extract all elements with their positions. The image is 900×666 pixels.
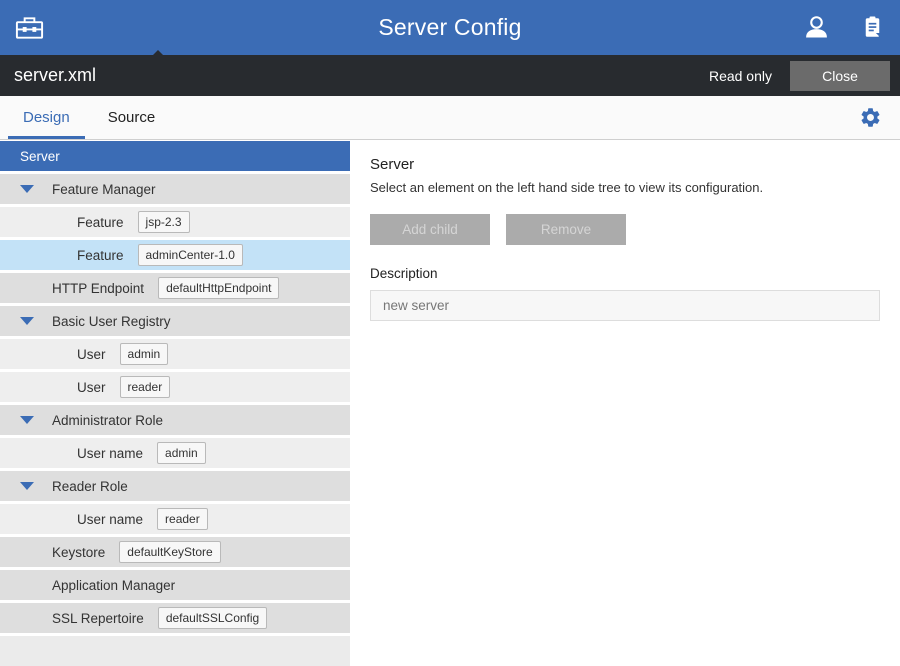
tree-item-basic-user-registry[interactable]: Basic User Registry [0,306,350,336]
page-title: Server Config [378,14,521,41]
tree-item-feature-admincenter[interactable]: Feature adminCenter-1.0 [0,240,350,270]
add-child-button[interactable]: Add child [370,214,490,245]
collapse-arrow-icon[interactable] [20,185,34,193]
toolbox-button[interactable] [14,14,45,42]
tree-item-username-reader[interactable]: User name reader [0,504,350,534]
tools-menu-button[interactable] [859,13,886,42]
tree-item-label: Application Manager [52,578,175,593]
tree-item-administrator-role[interactable]: Administrator Role [0,405,350,435]
tree-item-ssl-repertoire[interactable]: SSL Repertoire defaultSSLConfig [0,603,350,633]
tree-item-label: SSL Repertoire [52,611,144,626]
tree-item-server[interactable]: Server [0,141,350,171]
tree-item-label: HTTP Endpoint [52,281,144,296]
tree-item-value-badge: jsp-2.3 [138,211,190,233]
tree-item-label: Basic User Registry [52,314,171,329]
detail-panel: Server Select an element on the left han… [350,140,900,666]
tree-item-value-badge: defaultHttpEndpoint [158,277,279,299]
remove-button[interactable]: Remove [506,214,626,245]
tree-item-value-badge: defaultSSLConfig [158,607,267,629]
tree-item-value-badge: admin [120,343,169,365]
tree-item-value-badge: adminCenter-1.0 [138,244,243,266]
tab-bar: Design Source [0,96,900,140]
tree-item-feature-jsp[interactable]: Feature jsp-2.3 [0,207,350,237]
tree-item-label: User name [77,446,143,461]
tree-item-user-admin[interactable]: User admin [0,339,350,369]
user-account-button[interactable] [802,13,831,42]
clipboard-icon [859,13,886,42]
tree-item-user-reader[interactable]: User reader [0,372,350,402]
tree-item-value-badge: defaultKeyStore [119,541,220,563]
tree-item-label: User [77,347,106,362]
tree-item-label: Feature [77,248,124,263]
tree-item-value-badge: reader [120,376,171,398]
tree-item-label: Server [20,149,60,164]
detail-subtitle: Select an element on the left hand side … [370,180,880,195]
tree-item-value-badge: reader [157,508,208,530]
toolbox-icon [14,14,45,42]
tree-item-username-admin[interactable]: User name admin [0,438,350,468]
description-label: Description [370,266,880,281]
detail-title: Server [370,156,880,173]
user-icon [802,13,831,42]
close-button[interactable]: Close [790,61,890,91]
tree-item-value-badge: admin [157,442,206,464]
tree-item-keystore[interactable]: Keystore defaultKeyStore [0,537,350,567]
app-header: Server Config [0,0,900,55]
collapse-arrow-icon[interactable] [20,317,34,325]
tree-item-label: Reader Role [52,479,128,494]
tree-item-label: User [77,380,106,395]
settings-button[interactable] [859,106,882,129]
tree-item-http-endpoint[interactable]: HTTP Endpoint defaultHttpEndpoint [0,273,350,303]
tree-item-application-manager[interactable]: Application Manager [0,570,350,600]
toolbar-notch [152,50,164,56]
content-area: Server Feature Manager Feature jsp-2.3 F… [0,140,900,666]
collapse-arrow-icon[interactable] [20,482,34,490]
tree-item-label: Feature [77,215,124,230]
collapse-arrow-icon[interactable] [20,416,34,424]
file-bar: server.xml Read only Close [0,55,900,96]
tree-item-label: Administrator Role [52,413,163,428]
tab-design[interactable]: Design [8,96,85,139]
tree-item-reader-role[interactable]: Reader Role [0,471,350,501]
tab-source[interactable]: Source [93,96,171,139]
tree-item-feature-manager[interactable]: Feature Manager [0,174,350,204]
tree-filler [0,636,350,666]
config-tree: Server Feature Manager Feature jsp-2.3 F… [0,140,350,666]
read-only-badge: Read only [709,68,772,84]
filename-label: server.xml [14,65,96,86]
description-input[interactable] [370,290,880,321]
tree-item-label: Feature Manager [52,182,156,197]
tree-item-label: User name [77,512,143,527]
tree-item-label: Keystore [52,545,105,560]
gear-icon [859,106,882,129]
